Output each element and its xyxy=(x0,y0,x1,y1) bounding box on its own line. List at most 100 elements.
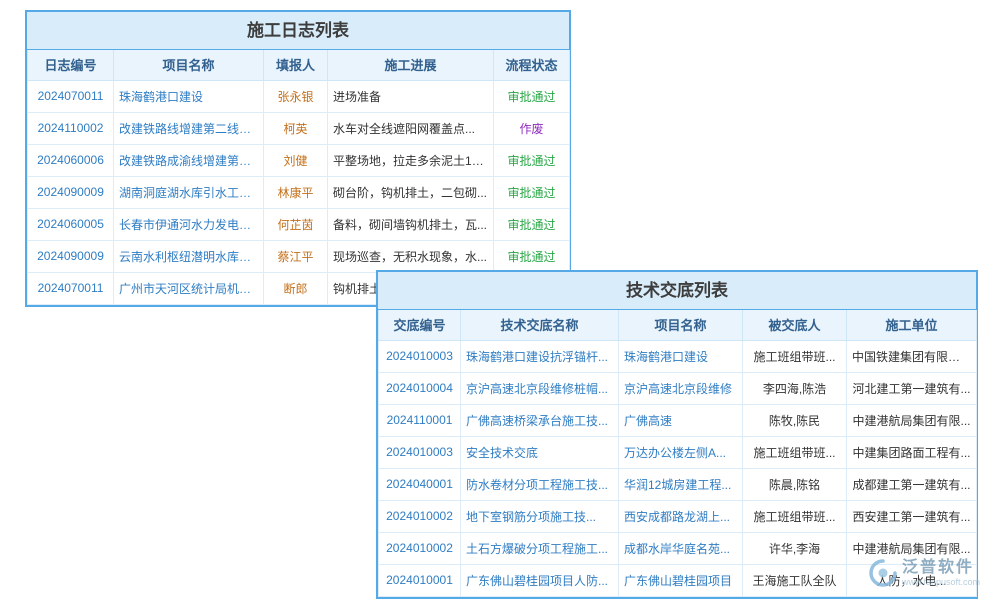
recipients-cell: 施工班组带班... xyxy=(743,340,847,372)
reporter-cell: 何芷茵 xyxy=(264,208,328,240)
disclosure-id-cell[interactable]: 2024010003 xyxy=(379,340,461,372)
project-name-cell[interactable]: 长春市伊通河水力发电厂... xyxy=(114,208,264,240)
progress-cell: 进场准备 xyxy=(328,80,494,112)
progress-cell: 现场巡查，无积水现象，水... xyxy=(328,240,494,272)
project-name-cell[interactable]: 珠海鹤港口建设 xyxy=(619,340,743,372)
tech-disclosure-panel: 技术交底列表 交底编号 技术交底名称 项目名称 被交底人 施工单位 202401… xyxy=(376,270,978,599)
watermark-text: 泛普软件 www.fanpusoft.com xyxy=(902,559,980,588)
progress-cell: 备料，砌间墙钩机排土，瓦... xyxy=(328,208,494,240)
recipients-cell: 施工班组带班... xyxy=(743,436,847,468)
reporter-cell: 蔡江平 xyxy=(264,240,328,272)
project-name-cell[interactable]: 华润12城房建工程... xyxy=(619,468,743,500)
project-name-cell[interactable]: 成都水岸华庭名苑... xyxy=(619,532,743,564)
project-name-cell[interactable]: 湖南洞庭湖水库引水工程... xyxy=(114,176,264,208)
reporter-cell: 张永银 xyxy=(264,80,328,112)
disclosure-name-cell[interactable]: 广东佛山碧桂园项目人防... xyxy=(461,564,619,596)
project-name-cell[interactable]: 改建铁路线增建第二线直... xyxy=(114,112,264,144)
column-header: 交底编号 xyxy=(379,310,461,340)
disclosure-id-cell[interactable]: 2024010002 xyxy=(379,500,461,532)
unit-cell: 成都建工第一建筑有... xyxy=(847,468,977,500)
table-row[interactable]: 2024070011 珠海鹤港口建设 张永银 进场准备 审批通过 xyxy=(28,80,570,112)
disclosure-id-cell[interactable]: 2024010002 xyxy=(379,532,461,564)
project-name-cell[interactable]: 广东佛山碧桂园项目 xyxy=(619,564,743,596)
disclosure-name-cell[interactable]: 地下室钢筋分项施工技... xyxy=(461,500,619,532)
table-row[interactable]: 2024040001 防水卷材分项工程施工技... 华润12城房建工程... 陈… xyxy=(379,468,977,500)
fanpu-watermark: 泛普软件 www.fanpusoft.com xyxy=(868,552,996,594)
disclosure-id-cell[interactable]: 2024010001 xyxy=(379,564,461,596)
status-cell: 审批通过 xyxy=(494,208,570,240)
status-cell: 审批通过 xyxy=(494,176,570,208)
disclosure-id-cell[interactable]: 2024010004 xyxy=(379,372,461,404)
table-row[interactable]: 2024090009 云南水利枢纽潜明水库一... 蔡江平 现场巡查，无积水现象… xyxy=(28,240,570,272)
disclosure-name-cell[interactable]: 京沪高速北京段维修桩帽... xyxy=(461,372,619,404)
recipients-cell: 施工班组带班... xyxy=(743,500,847,532)
reporter-cell: 刘健 xyxy=(264,144,328,176)
recipients-cell: 李四海,陈浩 xyxy=(743,372,847,404)
column-header: 填报人 xyxy=(264,50,328,80)
reporter-cell: 林康平 xyxy=(264,176,328,208)
column-header: 项目名称 xyxy=(114,50,264,80)
log-id-cell[interactable]: 2024090009 xyxy=(28,240,114,272)
project-name-cell[interactable]: 广州市天河区统计局机房... xyxy=(114,272,264,304)
log-id-cell[interactable]: 2024070011 xyxy=(28,80,114,112)
table-row[interactable]: 2024010003 珠海鹤港口建设抗浮锚杆... 珠海鹤港口建设 施工班组带班… xyxy=(379,340,977,372)
unit-cell: 河北建工第一建筑有... xyxy=(847,372,977,404)
table-row[interactable]: 2024110002 改建铁路线增建第二线直... 柯英 水车对全线遮阳网覆盖点… xyxy=(28,112,570,144)
table-row[interactable]: 2024060006 改建铁路成渝线增建第二... 刘健 平整场地，拉走多余泥土… xyxy=(28,144,570,176)
status-cell: 审批通过 xyxy=(494,144,570,176)
recipients-cell: 陈牧,陈民 xyxy=(743,404,847,436)
table-row[interactable]: 2024010004 京沪高速北京段维修桩帽... 京沪高速北京段维修 李四海,… xyxy=(379,372,977,404)
recipients-cell: 陈晨,陈铭 xyxy=(743,468,847,500)
disclosure-name-cell[interactable]: 广佛高速桥梁承台施工技... xyxy=(461,404,619,436)
project-name-cell[interactable]: 万达办公楼左侧A... xyxy=(619,436,743,468)
project-name-cell[interactable]: 京沪高速北京段维修 xyxy=(619,372,743,404)
column-header: 施工进展 xyxy=(328,50,494,80)
disclosure-name-cell[interactable]: 土石方爆破分项工程施工... xyxy=(461,532,619,564)
disclosure-name-cell[interactable]: 防水卷材分项工程施工技... xyxy=(461,468,619,500)
disclosure-id-cell[interactable]: 2024010003 xyxy=(379,436,461,468)
column-header: 被交底人 xyxy=(743,310,847,340)
progress-cell: 水车对全线遮阳网覆盖点... xyxy=(328,112,494,144)
status-cell: 审批通过 xyxy=(494,240,570,272)
watermark-brand: 泛普软件 xyxy=(902,559,980,577)
table-row[interactable]: 2024060005 长春市伊通河水力发电厂... 何芷茵 备料，砌间墙钩机排土… xyxy=(28,208,570,240)
progress-cell: 砌台阶，钩机排土，二包砌... xyxy=(328,176,494,208)
project-name-cell[interactable]: 珠海鹤港口建设 xyxy=(114,80,264,112)
disclosure-name-cell[interactable]: 珠海鹤港口建设抗浮锚杆... xyxy=(461,340,619,372)
log-id-cell[interactable]: 2024110002 xyxy=(28,112,114,144)
table-row[interactable]: 2024010003 安全技术交底 万达办公楼左侧A... 施工班组带班... … xyxy=(379,436,977,468)
column-header: 技术交底名称 xyxy=(461,310,619,340)
log-id-cell[interactable]: 2024090009 xyxy=(28,176,114,208)
project-name-cell[interactable]: 改建铁路成渝线增建第二... xyxy=(114,144,264,176)
log-id-cell[interactable]: 2024060005 xyxy=(28,208,114,240)
disclosure-id-cell[interactable]: 2024040001 xyxy=(379,468,461,500)
unit-cell: 西安建工第一建筑有... xyxy=(847,500,977,532)
recipients-cell: 许华,李海 xyxy=(743,532,847,564)
table-row[interactable]: 2024010002 地下室钢筋分项施工技... 西安成都路龙湖上... 施工班… xyxy=(379,500,977,532)
reporter-cell: 断郎 xyxy=(264,272,328,304)
column-header: 日志编号 xyxy=(28,50,114,80)
unit-cell: 中国铁建集团有限公司 xyxy=(847,340,977,372)
construction-log-panel: 施工日志列表 日志编号 项目名称 填报人 施工进展 流程状态 202407001… xyxy=(25,10,571,307)
project-name-cell[interactable]: 广佛高速 xyxy=(619,404,743,436)
project-name-cell[interactable]: 西安成都路龙湖上... xyxy=(619,500,743,532)
log-id-cell[interactable]: 2024060006 xyxy=(28,144,114,176)
status-cell: 作废 xyxy=(494,112,570,144)
column-header: 流程状态 xyxy=(494,50,570,80)
disclosure-name-cell[interactable]: 安全技术交底 xyxy=(461,436,619,468)
table-header-row: 交底编号 技术交底名称 项目名称 被交底人 施工单位 xyxy=(379,310,977,340)
unit-cell: 中建集团路面工程有... xyxy=(847,436,977,468)
tech-disclosure-title: 技术交底列表 xyxy=(378,272,976,310)
disclosure-id-cell[interactable]: 2024110001 xyxy=(379,404,461,436)
table-row[interactable]: 2024090009 湖南洞庭湖水库引水工程... 林康平 砌台阶，钩机排土，二… xyxy=(28,176,570,208)
status-cell: 审批通过 xyxy=(494,80,570,112)
unit-cell: 中建港航局集团有限... xyxy=(847,404,977,436)
table-header-row: 日志编号 项目名称 填报人 施工进展 流程状态 xyxy=(28,50,570,80)
project-name-cell[interactable]: 云南水利枢纽潜明水库一... xyxy=(114,240,264,272)
recipients-cell: 王海施工队全队 xyxy=(743,564,847,596)
log-id-cell[interactable]: 2024070011 xyxy=(28,272,114,304)
construction-log-title: 施工日志列表 xyxy=(27,12,569,50)
construction-log-table: 日志编号 项目名称 填报人 施工进展 流程状态 2024070011 珠海鹤港口… xyxy=(27,50,570,305)
table-row[interactable]: 2024110001 广佛高速桥梁承台施工技... 广佛高速 陈牧,陈民 中建港… xyxy=(379,404,977,436)
fanpu-logo-icon xyxy=(868,558,898,588)
